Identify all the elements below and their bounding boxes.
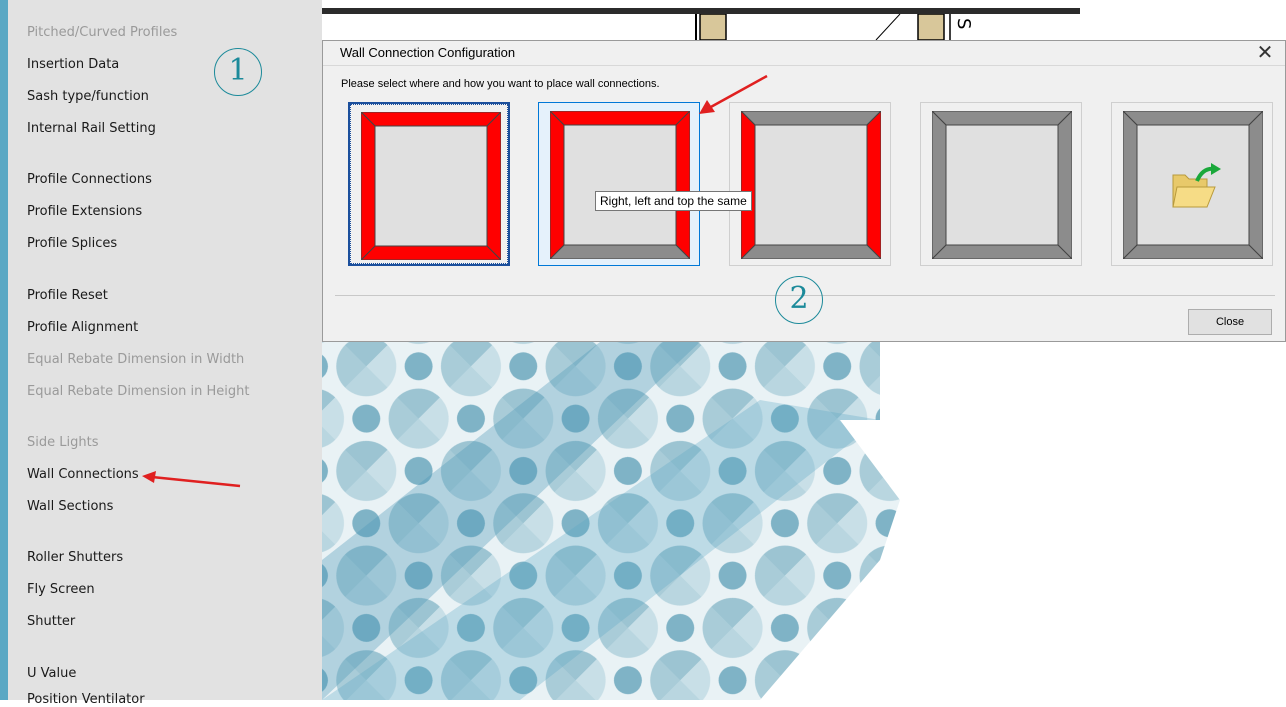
frame-right-left-top-red-icon [550,111,690,259]
callout-step-2: 2 [775,276,823,324]
option-right-left-same[interactable] [729,102,891,266]
frame-right-left-red-icon [741,111,881,259]
menu-item-side-lights[interactable]: Side Lights [27,435,98,450]
option-load-from-file[interactable] [1111,102,1273,266]
menu-item-u-value[interactable]: U Value [27,666,76,681]
menu-item-equal-rebate-height[interactable]: Equal Rebate Dimension in Height [27,384,250,399]
menu-item-wall-connections[interactable]: Wall Connections [27,467,139,482]
menu-item-shutter[interactable]: Shutter [27,614,75,629]
frame-gray-icon [932,111,1072,259]
svg-text:S: S [953,18,974,29]
option-right-left-top-same[interactable] [538,102,700,266]
menu-item-fly-screen[interactable]: Fly Screen [27,582,95,597]
menu-item-profile-reset[interactable]: Profile Reset [27,288,108,303]
callout-step-1: 1 [214,48,262,96]
menu-item-equal-rebate-width[interactable]: Equal Rebate Dimension in Width [27,352,244,367]
close-icon[interactable]: ✕ [1253,41,1277,65]
drawing-fragment-right: S [875,14,974,40]
menu-item-sash-type-function[interactable]: Sash type/function [27,89,149,104]
menu-item-profile-extensions[interactable]: Profile Extensions [27,204,142,219]
menu-item-pitched-curved-profiles[interactable]: Pitched/Curved Profiles [27,25,177,40]
menu-item-internal-rail-setting[interactable]: Internal Rail Setting [27,121,156,136]
menu-item-wall-sections[interactable]: Wall Sections [27,499,113,514]
dialog-instruction: Please select where and how you want to … [341,78,660,90]
menu-item-profile-alignment[interactable]: Profile Alignment [27,320,138,335]
drawing-fragment [695,14,727,40]
option-tooltip: Right, left and top the same [595,191,752,211]
title-divider [323,65,1285,66]
option-none[interactable] [920,102,1082,266]
menu-item-profile-connections[interactable]: Profile Connections [27,172,152,187]
menu-item-roller-shutters[interactable]: Roller Shutters [27,550,123,565]
menu-item-profile-splices[interactable]: Profile Splices [27,236,117,251]
frame-all-red-icon [361,112,501,260]
close-button[interactable]: Close [1188,309,1272,335]
context-menu: Pitched/Curved Profiles Insertion Data S… [0,0,322,707]
option-all-sides-same[interactable] [348,102,510,266]
frame-gray-folder-icon [1123,111,1263,259]
menu-item-insertion-data[interactable]: Insertion Data [27,57,119,72]
dialog-title: Wall Connection Configuration [340,45,516,60]
